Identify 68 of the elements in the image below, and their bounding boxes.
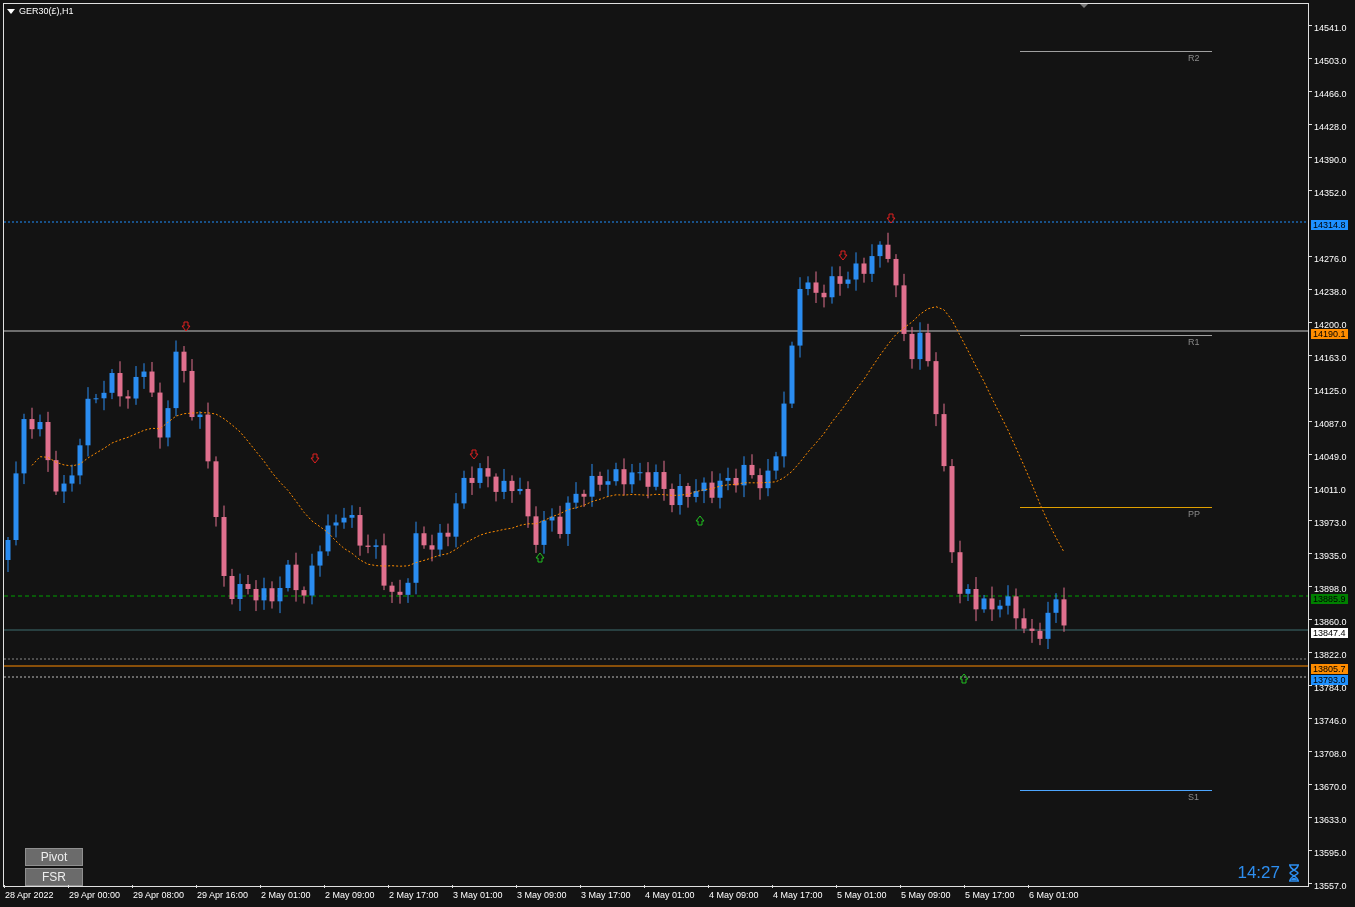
chart-shift-marker-icon bbox=[1080, 4, 1088, 8]
time-axis-label: 5 May 17:00 bbox=[965, 890, 1015, 900]
price-axis-label: 14125.0 bbox=[1314, 386, 1347, 397]
price-axis-label: 14541.0 bbox=[1314, 23, 1347, 34]
price-axis-label: 13557.0 bbox=[1314, 881, 1347, 892]
time-axis-label: 3 May 17:00 bbox=[581, 890, 631, 900]
price-axis-label: 13595.0 bbox=[1314, 848, 1347, 859]
price-axis-label: 14163.0 bbox=[1314, 353, 1347, 364]
time-axis-label: 4 May 01:00 bbox=[645, 890, 695, 900]
time-axis-label: 29 Apr 16:00 bbox=[197, 890, 249, 900]
price-axis-label: 14466.0 bbox=[1314, 89, 1347, 100]
hourglass-icon bbox=[1288, 864, 1300, 882]
down-arrow-icon bbox=[838, 250, 848, 261]
up-arrow-icon bbox=[535, 552, 545, 563]
time-axis-label: 29 Apr 00:00 bbox=[69, 890, 121, 900]
down-arrow-icon bbox=[886, 213, 896, 224]
time-axis-label: 3 May 01:00 bbox=[453, 890, 503, 900]
time-axis-label: 2 May 01:00 bbox=[261, 890, 311, 900]
price-axis-label: 13784.0 bbox=[1314, 683, 1347, 694]
up-arrow-icon bbox=[695, 515, 705, 526]
price-axis-label: 14087.0 bbox=[1314, 419, 1347, 430]
price-axis-label: 14352.0 bbox=[1314, 188, 1347, 199]
chart-title: GER30(£),H1 bbox=[19, 6, 74, 16]
price-axis-label: 13822.0 bbox=[1314, 650, 1347, 661]
pivot-level-label: R2 bbox=[1188, 53, 1200, 63]
time-axis-label: 28 Apr 2022 bbox=[5, 890, 54, 900]
price-tag: 13847.4 bbox=[1311, 628, 1348, 638]
price-axis-label: 14200.0 bbox=[1314, 320, 1347, 331]
price-tag: 13793.0 bbox=[1311, 675, 1348, 685]
time-axis-label: 29 Apr 08:00 bbox=[133, 890, 185, 900]
down-arrow-icon bbox=[469, 449, 479, 460]
price-axis-label: 13633.0 bbox=[1314, 815, 1347, 826]
price-axis-label: 13670.0 bbox=[1314, 782, 1347, 793]
time-axis-label: 5 May 01:00 bbox=[837, 890, 887, 900]
price-tag: 13805.7 bbox=[1311, 664, 1348, 674]
price-axis-label: 13898.0 bbox=[1314, 584, 1347, 595]
pivot-level-label: S1 bbox=[1188, 792, 1199, 802]
price-axis-label: 13746.0 bbox=[1314, 716, 1347, 727]
down-arrow-icon bbox=[181, 321, 191, 332]
price-tag: 13885.9 bbox=[1311, 594, 1348, 604]
price-axis-label: 14011.0 bbox=[1314, 485, 1346, 496]
price-tag: 14190.1 bbox=[1311, 329, 1348, 339]
price-axis-label: 13973.0 bbox=[1314, 518, 1347, 529]
time-axis-label: 3 May 09:00 bbox=[517, 890, 567, 900]
price-axis-label: 14238.0 bbox=[1314, 287, 1347, 298]
time-axis-label: 5 May 09:00 bbox=[901, 890, 951, 900]
price-axis-label: 14049.0 bbox=[1314, 452, 1347, 463]
time-axis-label: 2 May 09:00 bbox=[325, 890, 375, 900]
price-axis-label: 14276.0 bbox=[1314, 254, 1347, 265]
price-axis-label: 14503.0 bbox=[1314, 56, 1347, 67]
time-axis-label: 2 May 17:00 bbox=[389, 890, 439, 900]
price-tag: 14314.8 bbox=[1311, 220, 1348, 230]
time-axis-label: 6 May 01:00 bbox=[1029, 890, 1079, 900]
time-axis-label: 4 May 09:00 bbox=[709, 890, 759, 900]
indicator-button[interactable]: FSR bbox=[25, 868, 83, 886]
price-axis-label: 13860.0 bbox=[1314, 617, 1347, 628]
candle-timer: 14:27 bbox=[1237, 863, 1280, 883]
indicator-button[interactable]: Pivot bbox=[25, 848, 83, 866]
price-axis-label: 14390.0 bbox=[1314, 155, 1347, 166]
price-axis-label: 14428.0 bbox=[1314, 122, 1347, 133]
time-axis-label: 4 May 17:00 bbox=[773, 890, 823, 900]
up-arrow-icon bbox=[959, 673, 969, 684]
down-arrow-icon bbox=[310, 453, 320, 464]
dropdown-icon[interactable] bbox=[7, 8, 15, 14]
pivot-level-label: R1 bbox=[1188, 337, 1200, 347]
price-axis-label: 13708.0 bbox=[1314, 749, 1347, 760]
price-axis-label: 13935.0 bbox=[1314, 551, 1347, 562]
pivot-level-label: PP bbox=[1188, 509, 1200, 519]
